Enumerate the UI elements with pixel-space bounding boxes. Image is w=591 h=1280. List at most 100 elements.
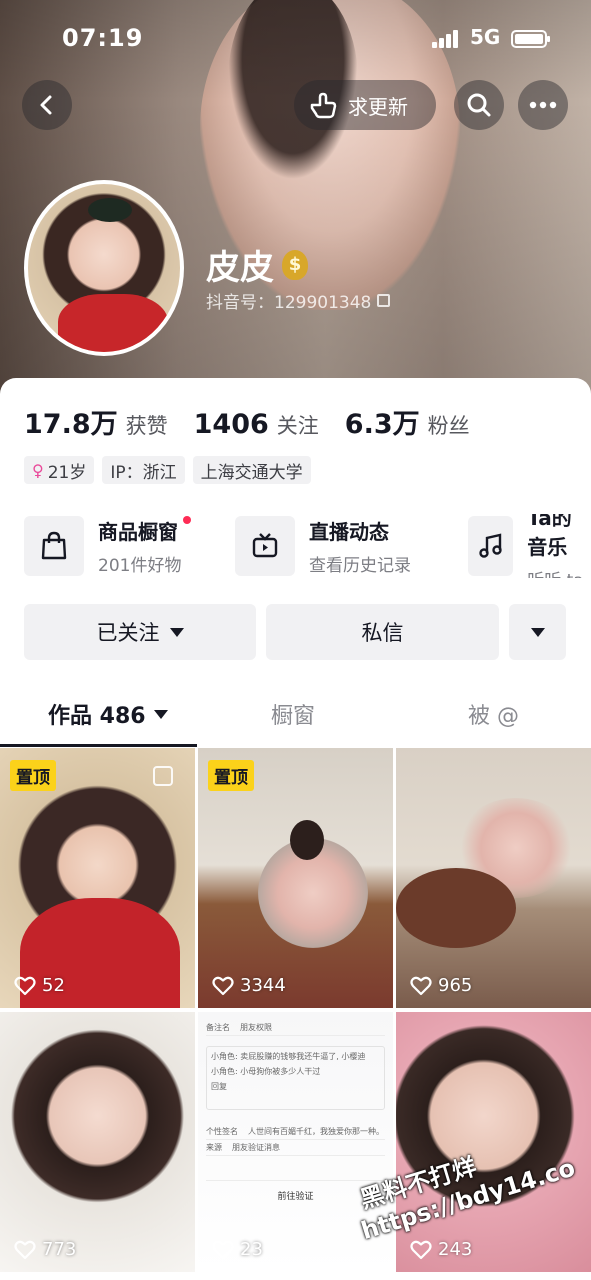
stat-value: 17.8万: [24, 409, 118, 440]
like-count-value: 965: [438, 975, 473, 996]
doc-text: 朋友验证消息: [232, 1143, 280, 1152]
heart-icon: [212, 976, 234, 995]
select-checkbox-icon[interactable]: [153, 766, 173, 786]
school-label: 上海交通大学: [200, 462, 303, 483]
network-label: 5G: [470, 25, 501, 49]
like-count: 243: [410, 1239, 472, 1260]
age-tag: ♀ 21岁: [24, 456, 95, 484]
like-count-value: 243: [438, 1239, 473, 1260]
entry-title: 商品橱窗: [98, 520, 178, 544]
entry-title: Ta的音乐: [527, 514, 572, 559]
like-count-value: 52: [42, 975, 65, 996]
pinned-badge: 置顶: [10, 760, 56, 791]
entry-showcase[interactable]: 商品橱窗 201件好物: [24, 514, 192, 578]
pointing-hand-icon: [310, 92, 337, 119]
message-button[interactable]: 私信: [266, 604, 499, 660]
notification-dot: [183, 516, 192, 524]
request-update-button[interactable]: 求更新: [294, 80, 436, 130]
content-tabs: 作品 486 橱窗 被 @: [0, 688, 591, 747]
stat-likes[interactable]: 17.8万 获赞: [24, 402, 168, 441]
doc-text: 回复: [211, 1082, 227, 1091]
money-bag-icon: $: [282, 249, 308, 280]
battery-icon: [511, 30, 550, 48]
like-count: 3344: [212, 975, 286, 996]
age-label: 21岁: [47, 462, 87, 483]
more-dots-icon: [529, 101, 557, 109]
ip-tag: IP：浙江: [102, 456, 185, 484]
ip-label: IP：浙江: [110, 462, 177, 483]
doc-text: 备注名: [206, 1023, 230, 1032]
heart-icon: [14, 1240, 36, 1259]
video-thumbnail[interactable]: 773: [0, 1012, 195, 1272]
entry-live[interactable]: 直播动态 查看历史记录: [235, 514, 411, 578]
profile-name-row: 皮皮 $: [206, 240, 308, 289]
chevron-left-icon: [40, 95, 52, 115]
video-thumbnail[interactable]: 965: [396, 748, 591, 1008]
like-count: 23: [212, 1239, 263, 1260]
search-button[interactable]: [454, 80, 504, 130]
doc-text: 朋友权限: [240, 1023, 272, 1032]
entry-subtitle: 听听 ta: [527, 566, 591, 579]
heart-icon: [410, 976, 432, 995]
entry-subtitle: 201件好物: [98, 556, 182, 576]
request-update-label: 求更新: [348, 94, 408, 119]
action-buttons: 已关注 私信: [24, 604, 566, 660]
like-count-value: 23: [240, 1239, 263, 1260]
stat-value: 6.3万: [344, 409, 420, 440]
status-time: 07:19: [62, 24, 144, 52]
tab-works-label: 作品 486: [48, 704, 146, 729]
caret-down-icon: [169, 627, 184, 637]
followed-label: 已关注: [96, 621, 160, 645]
stat-label: 粉丝: [427, 414, 470, 438]
tab-mentioned[interactable]: 被 @: [468, 698, 519, 730]
video-thumbnail[interactable]: 置顶 3344: [198, 748, 393, 1008]
tab-showcase-label: 橱窗: [271, 704, 316, 729]
female-icon: ♀: [32, 460, 44, 480]
more-actions-button[interactable]: [509, 604, 566, 660]
stat-value: 1406: [193, 409, 269, 440]
doc-text: 来源: [206, 1143, 222, 1152]
stat-following[interactable]: 1406 关注: [194, 409, 319, 440]
stat-label: 关注: [276, 414, 319, 438]
douyin-id: 抖音号：129901348: [206, 293, 372, 313]
status-bar: 07:19 5G: [0, 22, 591, 58]
like-count-value: 3344: [240, 975, 286, 996]
profile-name: 皮皮: [206, 248, 274, 288]
signal-icon: [432, 30, 458, 48]
back-button[interactable]: [22, 80, 72, 130]
stat-followers[interactable]: 6.3万 粉丝: [345, 402, 470, 441]
like-count: 773: [14, 1239, 76, 1260]
music-note-icon: [468, 516, 514, 576]
tab-works[interactable]: 作品 486: [48, 698, 168, 730]
douyin-id-row[interactable]: 抖音号：129901348: [206, 288, 391, 313]
profile-tags: ♀ 21岁 IP：浙江 上海交通大学: [24, 456, 311, 484]
avatar[interactable]: [24, 180, 184, 356]
feature-entries: 商品橱窗 201件好物 直播动态 查看历史记录 Ta的音乐: [24, 514, 591, 578]
like-count: 965: [410, 975, 472, 996]
shopping-bag-icon: [24, 516, 84, 576]
followed-button[interactable]: 已关注: [24, 604, 256, 660]
caret-down-icon: [530, 627, 545, 637]
tab-mentioned-label: 被 @: [468, 704, 519, 729]
doc-text: 人世间有百媚千红，我独爱你那一种。: [248, 1127, 384, 1136]
tab-showcase[interactable]: 橱窗: [271, 698, 315, 730]
video-thumbnail[interactable]: 置顶 52: [0, 748, 195, 1008]
doc-text: 小角色: 小母狗你被多少人干过: [211, 1067, 321, 1076]
copy-icon[interactable]: [377, 294, 391, 307]
stats-row: 17.8万 获赞 1406 关注 6.3万 粉丝: [24, 402, 470, 441]
entry-subtitle: 查看历史记录: [309, 556, 411, 576]
heart-icon: [410, 1240, 432, 1259]
like-count-value: 773: [42, 1239, 77, 1260]
entry-title: 直播动态: [309, 520, 389, 544]
entry-music[interactable]: Ta的音乐 听听 ta: [468, 514, 591, 578]
heart-icon: [14, 976, 36, 995]
school-tag[interactable]: 上海交通大学: [192, 456, 311, 484]
message-label: 私信: [361, 621, 404, 645]
stat-label: 获赞: [125, 414, 168, 438]
doc-text: 小角色: 卖屁股赚的钱够我还牛逼了, 小樱迪: [211, 1052, 366, 1061]
like-count: 52: [14, 975, 65, 996]
heart-icon: [212, 1240, 234, 1259]
more-button[interactable]: [518, 80, 568, 130]
active-tab-indicator: [0, 744, 197, 747]
screenshot-document: 备注名 朋友权限 小角色: 卖屁股赚的钱够我还牛逼了, 小樱迪 小角色: 小母狗你…: [206, 1020, 385, 1202]
